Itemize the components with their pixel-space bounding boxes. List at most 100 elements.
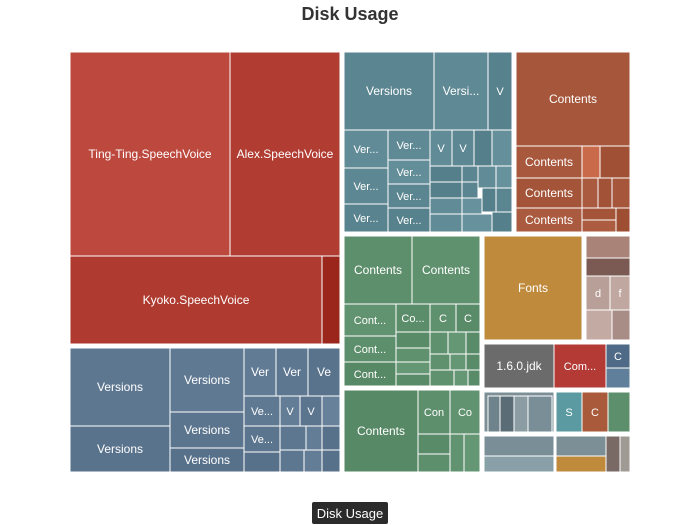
treemap-cell[interactable]: Ver...	[387, 159, 431, 185]
treemap-cell[interactable]: Alex.SpeechVoice	[229, 51, 341, 257]
treemap-cell-rect[interactable]	[429, 369, 455, 387]
treemap-cell[interactable]: C	[455, 303, 481, 333]
treemap-cell-rect[interactable]	[473, 129, 493, 167]
treemap-cell-rect[interactable]	[605, 435, 621, 473]
treemap-cell-rect[interactable]	[279, 425, 307, 451]
treemap-cell[interactable]	[581, 219, 617, 233]
treemap-cell[interactable]: Cont...	[343, 361, 397, 387]
treemap-cell[interactable]: Contents	[343, 389, 419, 473]
treemap-cell-rect[interactable]	[395, 347, 431, 363]
treemap-cell-rect[interactable]	[429, 213, 463, 233]
treemap-cell[interactable]	[581, 177, 599, 209]
treemap-cell-rect[interactable]	[481, 187, 497, 213]
treemap-cell[interactable]: Ver	[275, 347, 309, 397]
treemap-cell[interactable]	[495, 165, 513, 189]
treemap-cell-rect[interactable]	[487, 395, 501, 433]
treemap-cell[interactable]: V	[487, 51, 513, 131]
treemap-cell[interactable]	[619, 435, 631, 473]
treemap-cell[interactable]	[463, 433, 481, 473]
treemap-cell[interactable]	[599, 145, 631, 179]
treemap-cell-rect[interactable]	[465, 353, 481, 371]
treemap-cell-rect[interactable]	[429, 353, 451, 371]
treemap-cell-rect[interactable]	[581, 219, 617, 233]
treemap-cell-rect[interactable]	[585, 235, 631, 259]
treemap-cell[interactable]	[243, 451, 281, 473]
treemap-cell[interactable]: Contents	[411, 235, 481, 305]
treemap-cell[interactable]	[585, 257, 631, 277]
treemap-cell-rect[interactable]	[429, 181, 463, 199]
treemap-cell[interactable]	[279, 449, 305, 473]
treemap-cell-rect[interactable]	[305, 425, 323, 451]
treemap-cell[interactable]	[321, 425, 341, 451]
treemap-cell[interactable]	[527, 395, 553, 433]
treemap-cell[interactable]: Contents	[515, 177, 583, 209]
treemap-cell[interactable]	[581, 207, 617, 221]
treemap-cell[interactable]	[429, 369, 455, 387]
treemap-cell-rect[interactable]	[461, 181, 479, 199]
treemap-cell-rect[interactable]	[395, 361, 431, 375]
treemap-cell[interactable]: Versions	[69, 347, 171, 427]
treemap-cell[interactable]: f	[609, 275, 631, 311]
treemap-cell-rect[interactable]	[463, 433, 481, 473]
treemap-cell-rect[interactable]	[513, 395, 529, 433]
treemap-cell-rect[interactable]	[465, 331, 481, 355]
treemap-cell[interactable]	[555, 435, 607, 457]
treemap-cell[interactable]	[585, 309, 613, 341]
treemap-cell-rect[interactable]	[447, 331, 467, 355]
treemap-cell-rect[interactable]	[303, 449, 323, 473]
treemap-cell[interactable]: Ver...	[343, 167, 389, 205]
treemap-cell-rect[interactable]	[615, 207, 631, 233]
treemap-cell-rect[interactable]	[581, 145, 601, 179]
treemap-cell[interactable]	[305, 425, 323, 451]
treemap-cell[interactable]	[481, 187, 497, 213]
treemap-cell[interactable]	[417, 453, 451, 473]
treemap-cell[interactable]: C	[605, 343, 631, 369]
treemap-cell-rect[interactable]	[477, 165, 497, 189]
treemap-cell[interactable]	[279, 425, 307, 451]
treemap-cell[interactable]	[483, 455, 555, 473]
treemap-cell[interactable]: Versions	[169, 411, 245, 449]
treemap-cell[interactable]	[487, 395, 501, 433]
treemap-cell[interactable]: Ting-Ting.SpeechVoice	[69, 51, 231, 257]
treemap-cell[interactable]: Ve...	[243, 425, 281, 453]
treemap-cell[interactable]	[395, 331, 431, 349]
treemap-cell[interactable]: Contents	[343, 235, 413, 305]
treemap-cell[interactable]: C	[429, 303, 457, 333]
treemap-cell[interactable]	[321, 395, 341, 427]
treemap-cell[interactable]	[483, 435, 555, 457]
treemap-cell[interactable]: Versions	[69, 425, 171, 473]
treemap-cell[interactable]	[491, 129, 513, 167]
treemap-cell[interactable]: Com...	[553, 343, 607, 389]
treemap-cell[interactable]	[495, 187, 513, 213]
treemap-cell[interactable]: Co...	[395, 303, 431, 333]
treemap-cell-rect[interactable]	[461, 165, 479, 183]
treemap-cell[interactable]	[605, 435, 621, 473]
treemap-cell-rect[interactable]	[607, 391, 631, 433]
treemap-cell[interactable]: Contents	[515, 51, 631, 147]
treemap-cell-rect[interactable]	[321, 255, 341, 345]
treemap-cell[interactable]: 1.6.0.jdk	[483, 343, 555, 389]
treemap-cell[interactable]	[605, 367, 631, 389]
treemap-cell[interactable]	[597, 177, 613, 209]
treemap-cell[interactable]: d	[585, 275, 611, 311]
treemap-cell[interactable]: Cont...	[343, 303, 397, 337]
treemap-cell[interactable]	[321, 255, 341, 345]
treemap-cell[interactable]	[465, 331, 481, 355]
treemap-cell-rect[interactable]	[243, 451, 281, 473]
treemap-cell-rect[interactable]	[449, 433, 465, 473]
treemap-cell[interactable]: Ver...	[343, 203, 389, 233]
treemap-cell-rect[interactable]	[429, 165, 463, 183]
treemap-cell[interactable]	[395, 347, 431, 363]
treemap-cell[interactable]	[429, 213, 463, 233]
treemap-cell-rect[interactable]	[491, 211, 513, 233]
treemap-cell[interactable]: Versions	[169, 447, 245, 473]
treemap-cell-rect[interactable]	[483, 435, 555, 457]
treemap-cell-rect[interactable]	[605, 367, 631, 389]
treemap-cell[interactable]: V	[429, 129, 453, 167]
treemap-cell[interactable]: Versions	[169, 347, 245, 413]
treemap-cell-rect[interactable]	[499, 395, 515, 433]
treemap-cell-rect[interactable]	[599, 145, 631, 179]
treemap-cell-rect[interactable]	[417, 453, 451, 473]
treemap-cell[interactable]	[477, 165, 497, 189]
treemap-cell[interactable]	[461, 213, 493, 233]
